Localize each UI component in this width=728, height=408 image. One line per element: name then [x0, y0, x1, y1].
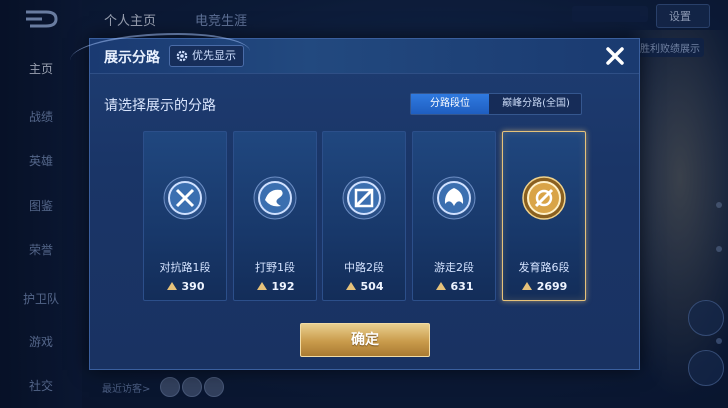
- card-score: 504: [323, 280, 405, 293]
- card-score: 2699: [503, 280, 585, 293]
- card-lane-name: 发育路6段: [518, 261, 570, 274]
- tab-lane-rank[interactable]: 分路段位: [411, 94, 489, 114]
- card-lane-name: 游走2段: [434, 261, 474, 274]
- card-score: 192: [234, 280, 316, 293]
- staff-badge-icon: [342, 176, 386, 220]
- select-lane-prompt: 请选择展示的分路: [104, 98, 216, 114]
- display-lane-dialog: 展示分路 优先显示 请选择展示的分路 分路段位 巅峰分路(全国) 对抗路1段 3…: [70, 33, 640, 370]
- sword-badge-icon: [163, 176, 207, 220]
- lane-card-jungle[interactable]: 打野1段 192: [233, 131, 317, 301]
- dialog-title: 展示分路: [104, 50, 160, 66]
- confirm-button[interactable]: 确定: [300, 323, 430, 357]
- wing-badge-icon: [432, 176, 476, 220]
- priority-display-label: 优先显示: [192, 49, 236, 62]
- card-score-value: 390: [181, 280, 205, 293]
- lane-card-clash[interactable]: 对抗路1段 390: [143, 131, 227, 301]
- lane-card-mid[interactable]: 中路2段 504: [322, 131, 406, 301]
- card-score-value: 504: [360, 280, 384, 293]
- card-score-value: 192: [271, 280, 295, 293]
- lane-card-roam[interactable]: 游走2段 631: [412, 131, 496, 301]
- points-icon: [435, 282, 446, 290]
- dialog-header: 展示分路 优先显示: [70, 33, 639, 74]
- tab-peak-lane[interactable]: 巅峰分路(全国): [491, 94, 581, 114]
- points-icon: [345, 282, 356, 290]
- card-score-value: 2699: [536, 280, 568, 293]
- card-lane-name: 打野1段: [255, 261, 295, 274]
- card-score: 631: [413, 280, 495, 293]
- points-icon: [256, 282, 267, 290]
- points-icon: [521, 282, 532, 290]
- bow-badge-icon: [522, 176, 566, 220]
- lane-card-farm[interactable]: 发育路6段 2699: [502, 131, 586, 301]
- card-score-value: 631: [450, 280, 474, 293]
- card-score: 390: [144, 280, 226, 293]
- close-icon[interactable]: [601, 42, 629, 70]
- gear-icon: [176, 50, 188, 62]
- priority-display-button[interactable]: 优先显示: [169, 45, 244, 67]
- lane-type-toggle: 分路段位 巅峰分路(全国): [410, 93, 582, 115]
- card-lane-name: 对抗路1段: [159, 261, 211, 274]
- dragon-badge-icon: [253, 176, 297, 220]
- card-lane-name: 中路2段: [344, 261, 384, 274]
- points-icon: [166, 282, 177, 290]
